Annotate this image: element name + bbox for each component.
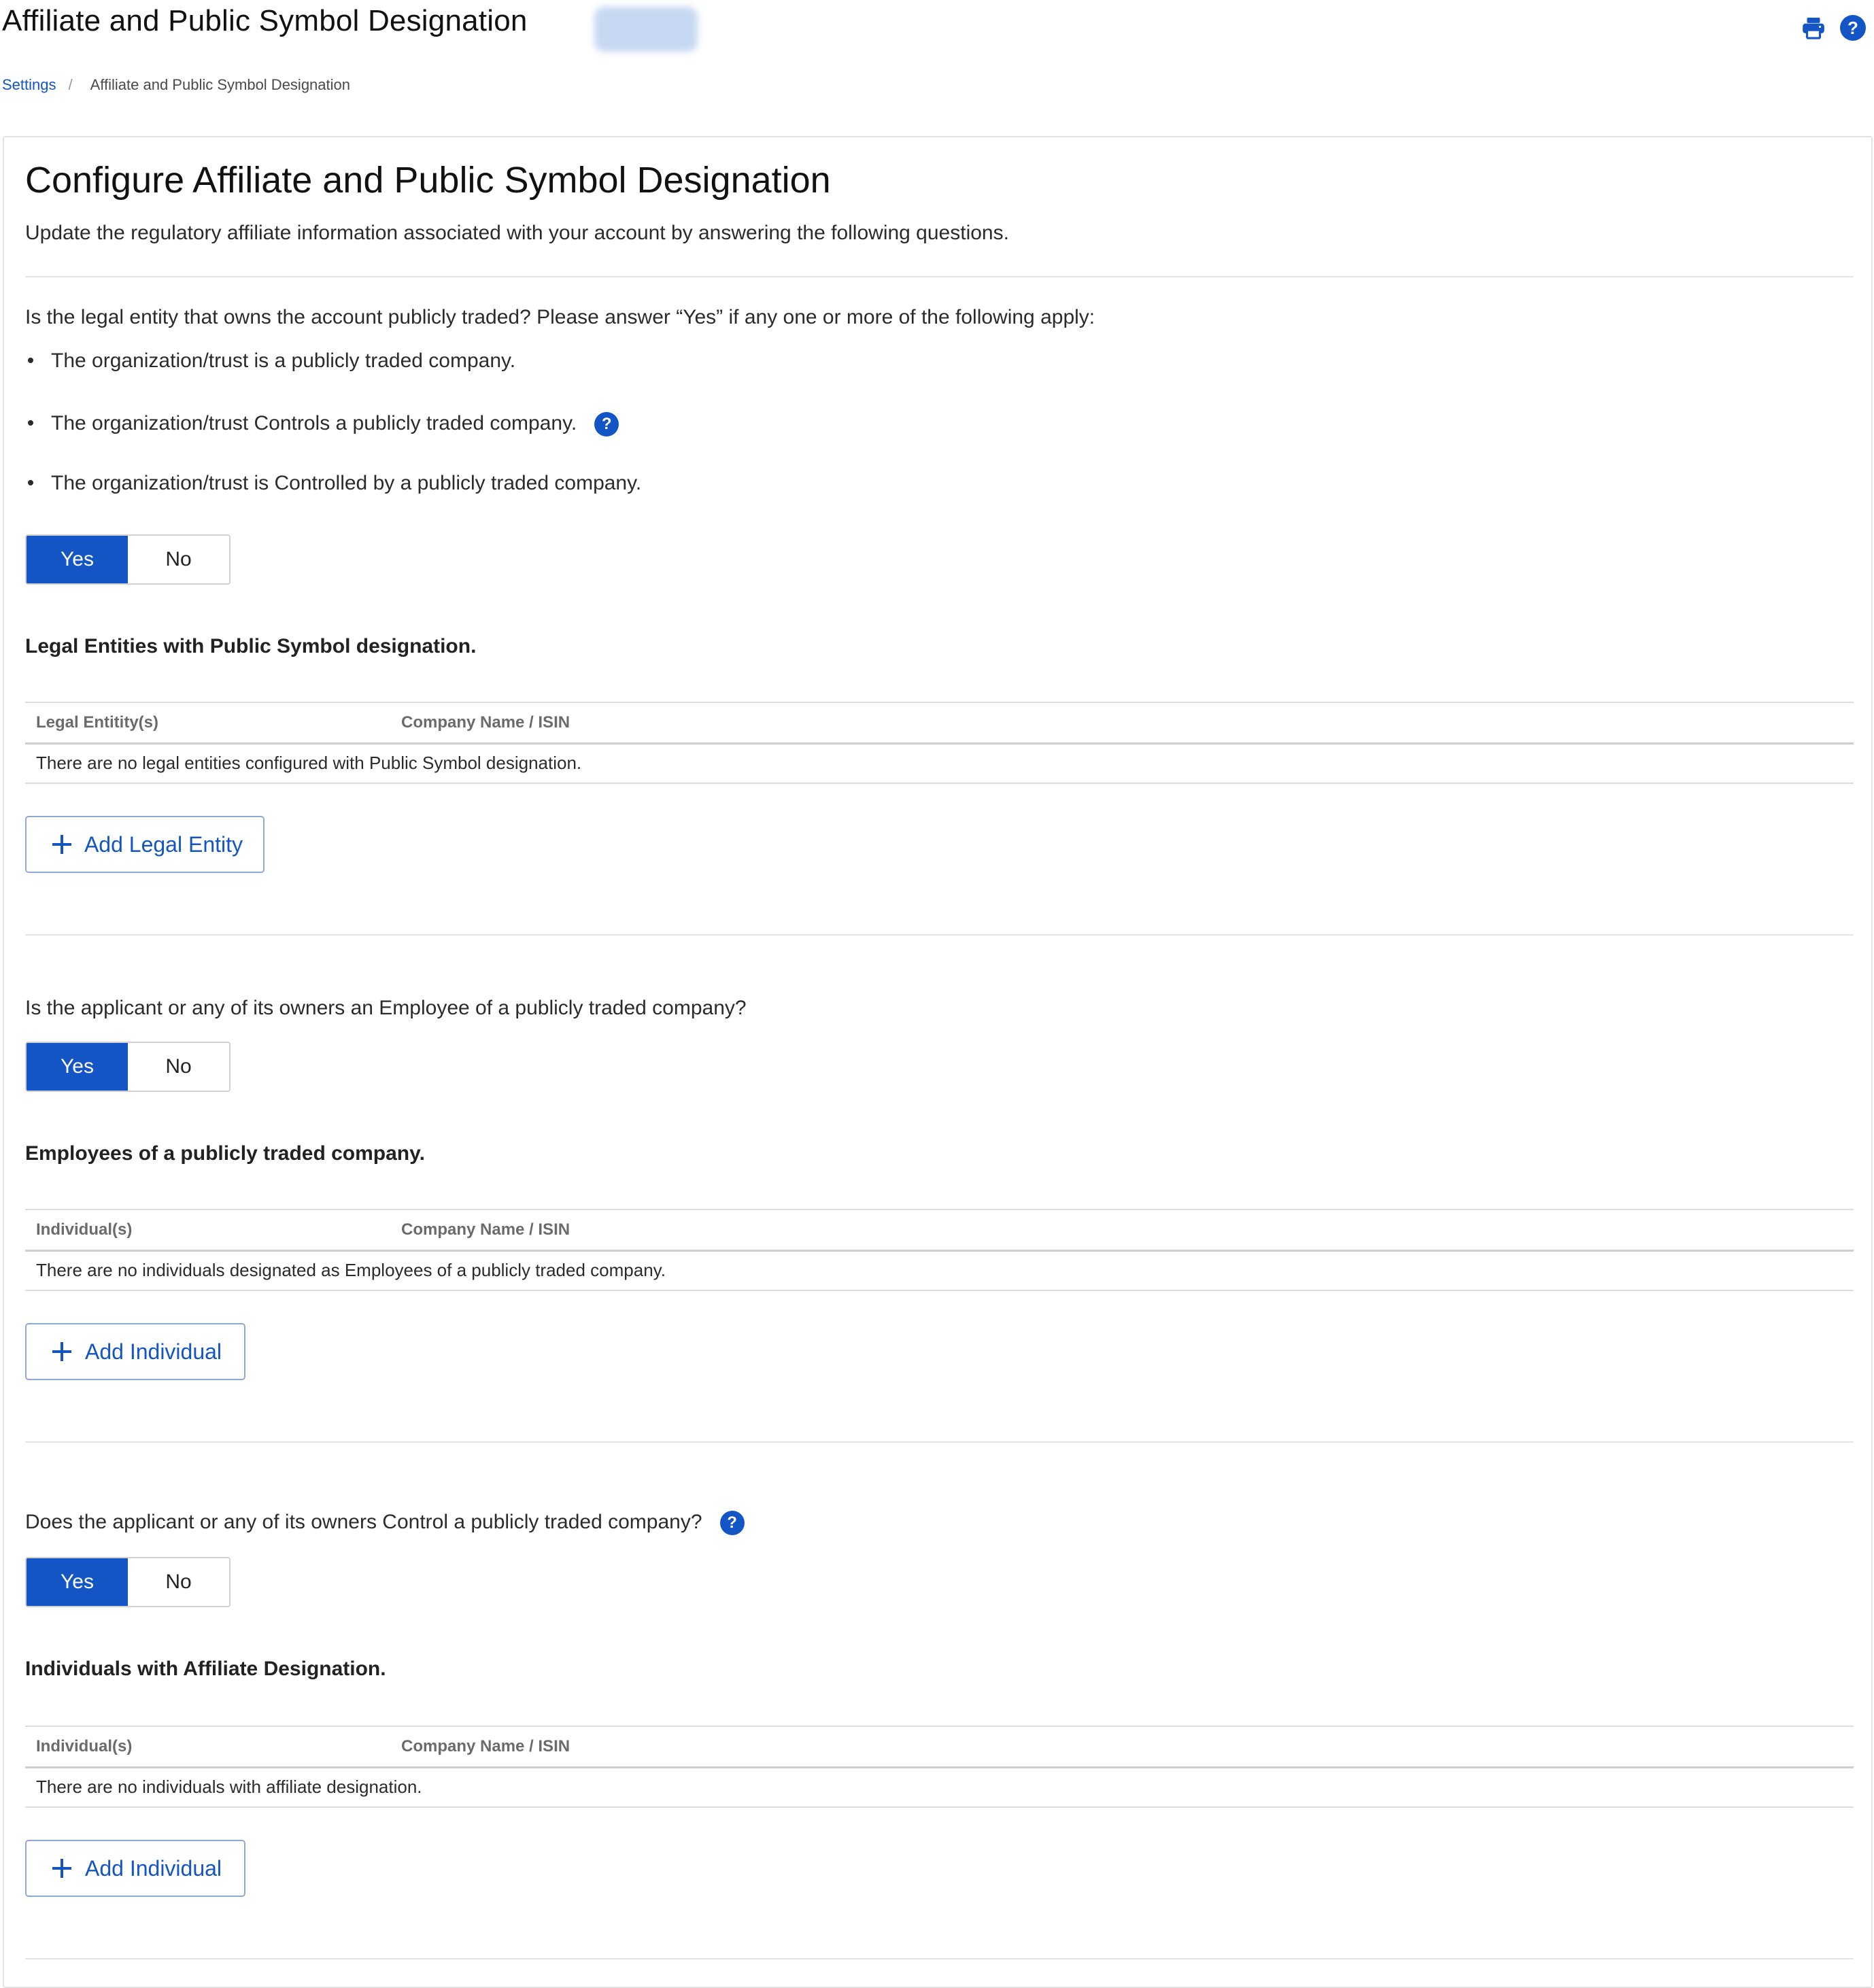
print-icon[interactable] (1799, 14, 1828, 42)
yes-no-toggle: Yes No (25, 1042, 231, 1092)
add-legal-entity-label: Add Legal Entity (84, 832, 243, 857)
toggle-no-button[interactable]: No (128, 1043, 229, 1091)
toggle-yes-button[interactable]: Yes (27, 536, 128, 583)
column-header: Legal Entitity(s) (36, 713, 159, 732)
help-icon[interactable]: ? (719, 1511, 745, 1536)
divider (25, 1958, 1854, 1959)
bullet-item: The organization/trust is a publicly tra… (25, 349, 515, 373)
account-badge-redacted (594, 7, 698, 52)
divider (25, 276, 1854, 277)
add-individual-label: Add Individual (85, 1855, 222, 1881)
add-individual-label: Add Individual (85, 1339, 222, 1364)
column-header: Company Name / ISIN (401, 1220, 570, 1239)
question-publicly-traded: Is the legal entity that owns the accoun… (25, 306, 1095, 328)
page-header: Affiliate and Public Symbol Designation … (0, 0, 1874, 61)
page-title: Affiliate and Public Symbol Designation (2, 4, 528, 37)
main-panel: Configure Affiliate and Public Symbol De… (3, 136, 1873, 1988)
column-header: Individual(s) (36, 1220, 133, 1239)
empty-message: There are no individuals with affiliate … (36, 1777, 422, 1797)
column-header: Individual(s) (36, 1737, 133, 1755)
section-description: Update the regulatory affiliate informat… (25, 222, 1009, 244)
section-title: Configure Affiliate and Public Symbol De… (25, 160, 831, 201)
table-row: There are no legal entities configured w… (25, 743, 1854, 784)
breadcrumb-separator: / (68, 76, 73, 93)
toggle-yes-button[interactable]: Yes (27, 1043, 128, 1091)
column-header: Company Name / ISIN (401, 713, 570, 732)
affiliate-individuals-heading: Individuals with Affiliate Designation. (25, 1658, 386, 1680)
add-individual-button[interactable]: Add Individual (25, 1323, 245, 1380)
plus-icon (52, 1859, 71, 1878)
divider (25, 1441, 1854, 1443)
question-employee: Is the applicant or any of its owners an… (25, 997, 747, 1019)
yes-no-toggle: Yes No (25, 534, 231, 585)
bullet-item: The organization/trust Controls a public… (25, 412, 619, 437)
empty-message: There are no individuals designated as E… (36, 1260, 666, 1280)
help-icon[interactable]: ? (1839, 14, 1867, 42)
add-legal-entity-button[interactable]: Add Legal Entity (25, 816, 265, 873)
bullet-item: The organization/trust is Controlled by … (25, 472, 641, 495)
plus-icon (52, 835, 71, 854)
toggle-yes-button[interactable]: Yes (27, 1558, 128, 1606)
employees-heading: Employees of a publicly traded company. (25, 1142, 425, 1165)
breadcrumb-current: Affiliate and Public Symbol Designation (90, 76, 350, 93)
table-row: There are no individuals designated as E… (25, 1250, 1854, 1291)
table-header: Individual(s) Company Name / ISIN (25, 1726, 1854, 1768)
toggle-no-button[interactable]: No (128, 1558, 229, 1606)
legal-entities-heading: Legal Entities with Public Symbol design… (25, 635, 477, 657)
breadcrumb-settings-link[interactable]: Settings (2, 76, 56, 93)
question-control: Does the applicant or any of its owners … (25, 1511, 745, 1536)
breadcrumb: Settings / Affiliate and Public Symbol Des… (2, 76, 350, 94)
add-individual-button[interactable]: Add Individual (25, 1840, 245, 1897)
table-header: Individual(s) Company Name / ISIN (25, 1209, 1854, 1252)
help-icon[interactable]: ? (594, 412, 619, 437)
empty-message: There are no legal entities configured w… (36, 753, 582, 773)
plus-icon (52, 1342, 71, 1361)
divider (25, 934, 1854, 936)
table-header: Legal Entitity(s) Company Name / ISIN (25, 702, 1854, 744)
column-header: Company Name / ISIN (401, 1737, 570, 1755)
yes-no-toggle: Yes No (25, 1557, 231, 1607)
toggle-no-button[interactable]: No (128, 536, 229, 583)
table-row: There are no individuals with affiliate … (25, 1767, 1854, 1808)
